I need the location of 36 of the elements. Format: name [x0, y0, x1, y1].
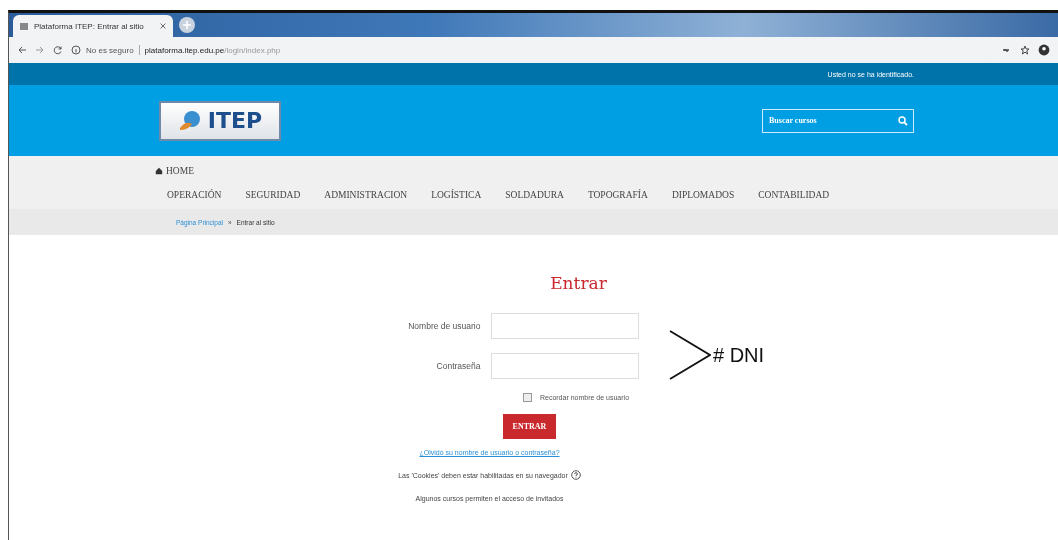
nav-link[interactable]: SOLDADURA	[505, 189, 564, 200]
nav-link[interactable]: TOPOGRAFÍA	[587, 189, 648, 200]
password-field[interactable]	[490, 353, 639, 379]
back-icon	[17, 45, 27, 55]
reload-icon	[53, 45, 63, 55]
nav-link[interactable]: OPERACIÓN	[167, 189, 222, 200]
username-field[interactable]	[490, 313, 639, 339]
nav-link[interactable]: LOGÍSTICA	[431, 189, 482, 200]
field-label: Nombre de usuario	[407, 321, 481, 331]
search-field[interactable]: Buscar cursos	[762, 108, 914, 133]
nav-link[interactable]: SEGURIDAD	[245, 189, 301, 200]
login-title: Entrar	[550, 273, 607, 293]
nav-link[interactable]: CONTABILIDAD	[758, 189, 830, 200]
security-label: No es seguro	[86, 45, 134, 55]
search-icon	[898, 115, 908, 126]
remember-checkbox[interactable]	[522, 393, 532, 402]
annotation-text: # DNI	[713, 343, 765, 367]
close-icon	[159, 22, 167, 30]
help-icon	[570, 470, 581, 480]
site-logo[interactable]: ITEP	[159, 100, 281, 141]
info-icon	[71, 45, 81, 55]
nav-link[interactable]: DIPLOMADOS	[671, 189, 735, 200]
login-button[interactable]: ENTRAR	[502, 414, 557, 439]
account-icon	[1038, 44, 1050, 56]
plus-icon	[182, 20, 192, 30]
new-tab-button[interactable]	[179, 17, 195, 33]
star-icon	[1020, 45, 1030, 55]
browser-tab[interactable]: Plataforma ITEP: Entrar al sitio	[13, 15, 173, 37]
forward-icon	[35, 45, 45, 55]
nav-link[interactable]: ADMINISTRACION	[324, 189, 408, 200]
field-label: Contraseña	[435, 361, 481, 371]
bracket-drawing	[669, 330, 711, 380]
page-icon	[19, 21, 29, 31]
home-link[interactable]: HOME	[155, 165, 1058, 176]
house-icon	[155, 166, 163, 175]
url-text: plataforma.itep.edu.pe/login/index.php	[144, 45, 281, 55]
